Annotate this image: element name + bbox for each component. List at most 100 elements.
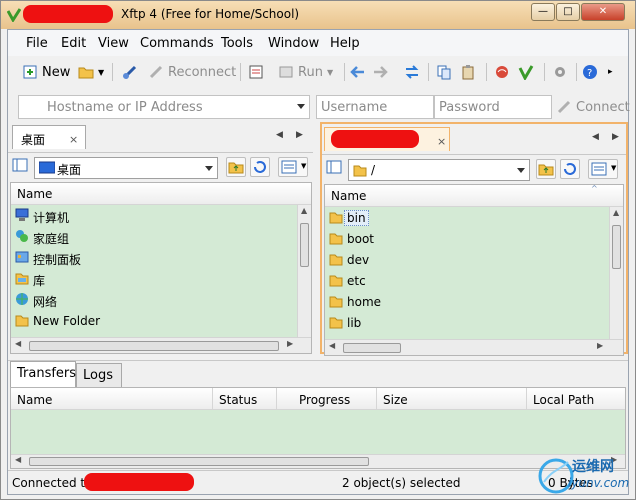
remote-hscroll-thumb[interactable] [343, 343, 401, 353]
list-item[interactable]: bin [325, 207, 623, 228]
remote-vscroll-thumb[interactable] [612, 225, 621, 269]
remote-file-list: Name ^ bin boot dev etc home lib ▲ ◀ ▶ [324, 184, 624, 356]
forward-button[interactable] [372, 61, 392, 83]
scroll-left-icon[interactable]: ◀ [15, 339, 21, 348]
remote-name-column-header[interactable]: Name ^ [325, 185, 623, 207]
menu-view[interactable]: View [98, 36, 129, 51]
tab-logs[interactable]: Logs [76, 363, 122, 387]
reconnect-button[interactable]: Reconnect [148, 61, 236, 83]
host-input[interactable]: Hostname or IP Address [18, 95, 310, 119]
run-button[interactable]: Run ▼ [278, 61, 333, 83]
scroll-up-icon[interactable]: ▲ [613, 208, 619, 217]
options-button[interactable] [552, 61, 572, 83]
scroll-left-icon[interactable]: ◀ [329, 341, 335, 350]
scroll-up-icon[interactable]: ▲ [301, 206, 307, 215]
transfer-horizontal-scrollbar[interactable]: ◀ ▶ [11, 454, 625, 468]
list-item[interactable]: New Folder [11, 310, 311, 331]
local-name-column-header[interactable]: Name [11, 183, 311, 205]
menu-tools[interactable]: Tools [221, 36, 253, 51]
username-input[interactable]: Username [316, 95, 434, 119]
local-vscroll-thumb[interactable] [300, 223, 309, 267]
title-bar[interactable]: Xftp 4 (Free for Home/School) — □ ✕ [1, 1, 635, 29]
local-view-button[interactable]: ▼ [278, 157, 308, 177]
close-button[interactable]: ✕ [581, 3, 625, 21]
paste-button[interactable] [460, 61, 480, 83]
connect-button[interactable]: Connect [556, 96, 630, 118]
list-item-label: 家庭组 [33, 232, 70, 246]
copy-button[interactable] [436, 61, 456, 83]
tab-local-desktop[interactable]: 桌面 × [12, 125, 86, 149]
tab-scroll-right-icon[interactable]: ▶ [296, 130, 303, 140]
transfer-hscroll-thumb[interactable] [29, 457, 369, 466]
remote-view-button[interactable]: ▼ [588, 159, 618, 179]
password-input[interactable]: Password [434, 95, 552, 119]
remote-vertical-scrollbar[interactable]: ▲ [609, 207, 623, 339]
menu-help[interactable]: Help [330, 36, 360, 51]
sync-button[interactable] [404, 61, 424, 83]
list-item[interactable]: 控制面板 [11, 247, 311, 268]
menu-edit[interactable]: Edit [61, 36, 86, 51]
transfer-col-local-path[interactable]: Local Path [527, 388, 625, 410]
local-vertical-scrollbar[interactable]: ▲ [297, 205, 311, 337]
new-session-button[interactable]: New [22, 61, 70, 83]
list-item[interactable]: 家庭组 [11, 226, 311, 247]
back-button[interactable] [350, 61, 370, 83]
close-icon[interactable]: × [437, 135, 446, 148]
scroll-right-icon[interactable]: ▶ [287, 339, 293, 348]
transfer-col-name[interactable]: Name [11, 388, 213, 410]
folder-icon [15, 315, 29, 327]
list-item[interactable]: lib [325, 312, 623, 333]
scroll-right-icon[interactable]: ▶ [597, 341, 603, 350]
local-up-button[interactable] [226, 157, 246, 177]
toolbar-more-icon[interactable]: ▸ [608, 61, 613, 83]
list-item[interactable]: 网络 [11, 289, 311, 310]
remote-horizontal-scrollbar[interactable]: ◀ ▶ [325, 339, 623, 355]
close-icon[interactable]: × [69, 133, 78, 146]
list-item[interactable]: 库 [11, 268, 311, 289]
arrow-right-icon [374, 66, 388, 78]
xshell-button[interactable] [494, 61, 514, 83]
remote-refresh-button[interactable] [560, 159, 580, 179]
folder-icon [329, 233, 343, 245]
tab-scroll-right-icon[interactable]: ▶ [612, 132, 619, 142]
menu-commands[interactable]: Commands [140, 36, 214, 51]
menu-file[interactable]: File [26, 36, 48, 51]
minimize-button[interactable]: — [531, 3, 555, 21]
tab-remote-session[interactable]: × [324, 127, 450, 151]
tab-transfers[interactable]: Transfers [10, 361, 76, 387]
xftp-button[interactable] [518, 61, 538, 83]
local-hscroll-thumb[interactable] [29, 341, 279, 351]
transfer-col-size[interactable]: Size [377, 388, 527, 410]
scroll-left-icon[interactable]: ◀ [15, 455, 21, 464]
remote-path-select[interactable]: / [348, 159, 530, 181]
transfer-col-progress[interactable]: Progress [277, 388, 377, 410]
transfer-col-status[interactable]: Status [213, 388, 277, 410]
list-item[interactable]: boot [325, 228, 623, 249]
status-selection: 2 object(s) selected [342, 476, 461, 490]
remote-tree-toggle-button[interactable] [326, 159, 346, 179]
remote-up-button[interactable] [536, 159, 556, 179]
connect-toolbar-button[interactable] [122, 61, 142, 83]
open-button[interactable]: ▼ [78, 61, 104, 83]
transfer-col-local-path-label: Local Path [533, 393, 595, 407]
list-item[interactable]: dev [325, 249, 623, 270]
menu-window[interactable]: Window [268, 36, 319, 51]
tab-scroll-left-icon[interactable]: ◀ [276, 130, 283, 140]
transfer-col-progress-label: Progress [299, 393, 351, 407]
local-horizontal-scrollbar[interactable]: ◀ ▶ [11, 337, 311, 353]
list-item[interactable]: etc [325, 270, 623, 291]
local-path-select[interactable]: 桌面 [34, 157, 218, 179]
help-button[interactable]: ? [582, 61, 602, 83]
redacted-title-prefix [23, 5, 113, 23]
local-refresh-button[interactable] [250, 157, 270, 177]
tab-scroll-left-icon[interactable]: ◀ [592, 132, 599, 142]
properties-button[interactable] [248, 61, 268, 83]
list-item[interactable]: home [325, 291, 623, 312]
list-item[interactable]: 计算机 [11, 205, 311, 226]
toolbar-divider [486, 63, 487, 81]
arrow-left-icon [350, 66, 364, 78]
local-tree-toggle-button[interactable] [12, 157, 32, 177]
transfer-col-name-label: Name [17, 393, 53, 407]
new-label: New [42, 64, 71, 80]
maximize-button[interactable]: □ [556, 3, 580, 21]
